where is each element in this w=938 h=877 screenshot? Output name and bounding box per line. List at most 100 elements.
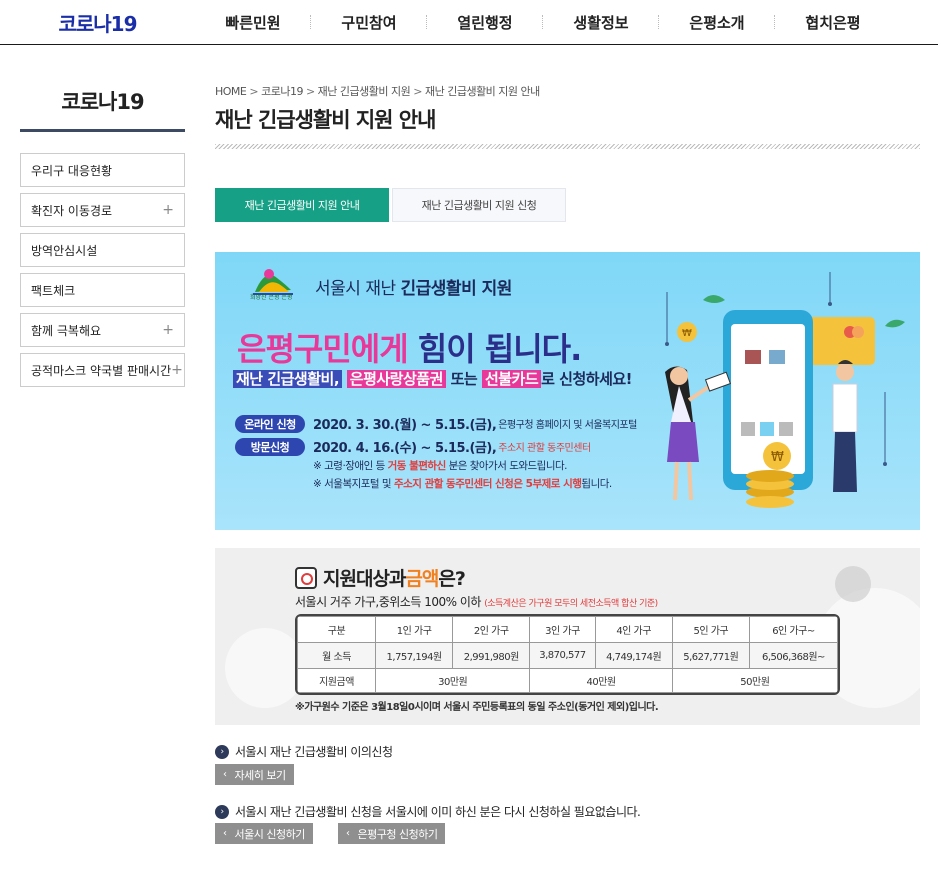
table-cell: 지원금액	[297, 668, 376, 693]
sidebar-item-safe-facilities[interactable]: 방역안심시설	[20, 233, 185, 267]
banner-heading-bold: 긴급생활비 지원	[400, 279, 513, 299]
eligibility-title: 지원대상과 금액 은?	[295, 564, 466, 591]
banner-heading-pre: 서울시 재난	[315, 279, 401, 299]
decor-circle	[225, 628, 305, 708]
chevron-left-icon: ‹	[223, 769, 227, 780]
table-cell: 2,991,980원	[452, 642, 531, 669]
eunpyeong-apply-button[interactable]: ‹ 은평구청 신청하기	[338, 823, 446, 844]
banner-subheading: 재난 긴급생활비, 은평사랑상품권 또는 선불카드 로 신청하세요!	[233, 368, 633, 389]
table-cell: 5,627,771원	[671, 642, 750, 669]
breadcrumb-covid[interactable]: 코로나19	[261, 85, 303, 98]
menu-item-life-info[interactable]: 생활정보	[543, 12, 659, 33]
income-table: 구분 1인 가구 2인 가구 3인 가구 4인 가구 5인 가구 6인 가구~ …	[295, 614, 840, 695]
chevron-left-icon: ‹	[346, 828, 350, 839]
tab-support-apply[interactable]: 재난 긴급생활비 지원 신청	[392, 188, 566, 222]
svg-text:₩: ₩	[771, 450, 784, 465]
decor-circle	[835, 566, 871, 602]
logo-caption: 희망찬 은평 은평	[250, 294, 293, 301]
note-5day-rule: ※ 서울복지포털 및 주소지 관할 동주민센터 신청은 5부제로 시행됩니다.	[313, 476, 612, 491]
sidebar-item-label: 우리구 대응현황	[31, 163, 113, 178]
breadcrumb-separator: >	[413, 85, 422, 98]
table-cell: 1,757,194원	[374, 642, 454, 669]
table-cell: 4,749,174원	[594, 642, 673, 669]
online-date: 2020. 3. 30.(월) ~ 5.15.(금),	[313, 418, 497, 433]
magnifier-icon	[295, 566, 317, 589]
table-header: 1인 가구	[374, 616, 454, 643]
sidebar-menu: 우리구 대응현황 확진자 이동경로 + 방역안심시설 팩트체크 함께 극복해요 + …	[20, 153, 185, 393]
table-header: 3인 가구	[529, 616, 596, 643]
menu-item-governance[interactable]: 협치은평	[775, 12, 891, 33]
table-header-row: 구분 1인 가구 2인 가구 3인 가구 4인 가구 5인 가구 6인 가구~	[297, 616, 838, 643]
table-row: 월 소득 1,757,194원 2,991,980원 3,870,577 4,7…	[297, 642, 838, 669]
menu-item-about[interactable]: 은평소개	[659, 12, 775, 33]
menu-item-open-admin[interactable]: 열린행정	[427, 12, 543, 33]
page-title: 재난 긴급생활비 지원 안내	[215, 108, 436, 132]
appeal-row: › 서울시 재난 긴급생활비 이의신청	[215, 743, 393, 760]
menu-item-quick-civil[interactable]: 빠른민원	[195, 12, 311, 33]
table-header: 구분	[297, 616, 376, 643]
subtitle-text: 서울시 거주 가구,중위소득 100% 이하	[295, 595, 481, 609]
sub-highlight-b: 은평사랑상품권	[346, 370, 446, 388]
online-pill: 온라인 신청	[235, 414, 305, 433]
table-cell: 40만원	[529, 668, 673, 693]
menu-item-participation[interactable]: 구민참여	[311, 12, 427, 33]
sub-highlight-d: 선불카드	[481, 370, 542, 388]
sidebar-item-together[interactable]: 함께 극복해요 +	[20, 313, 185, 347]
note1-c: 분은 찾아가서 도와드립니다.	[445, 460, 568, 472]
sidebar-item-label: 팩트체크	[31, 283, 76, 298]
table-header: 4인 가구	[594, 616, 673, 643]
table-cell: 3,870,577	[529, 642, 596, 669]
content-tabs: 재난 긴급생활비 지원 안내 재난 긴급생활비 지원 신청	[215, 188, 566, 222]
slogan-pink: 은평구민에게	[237, 330, 409, 368]
already-applied-row: › 서울시 재난 긴급생활비 신청을 서울시에 이미 하신 분은 다시 신청하실 …	[215, 803, 641, 820]
sub-text-e: 로 신청하세요!	[541, 370, 633, 388]
note2-c: 됩니다.	[581, 478, 612, 490]
seoul-apply-button[interactable]: ‹ 서울시 신청하기	[215, 823, 313, 844]
breadcrumb-support[interactable]: 재난 긴급생활비 지원	[318, 85, 411, 98]
breadcrumb: HOME > 코로나19 > 재난 긴급생활비 지원 > 재난 긴급생활비 지원 안내	[215, 83, 540, 99]
expand-icon[interactable]: +	[162, 322, 174, 338]
site-brand[interactable]: 코로나19	[0, 8, 195, 37]
breadcrumb-home[interactable]: HOME	[215, 85, 247, 98]
table-cell: 30만원	[374, 668, 531, 693]
sub-highlight-a: 재난 긴급생활비,	[233, 370, 343, 388]
table-header: 2인 가구	[452, 616, 531, 643]
slogan-rest: 힘이 됩니다.	[407, 330, 582, 368]
chevron-left-icon: ‹	[223, 828, 227, 839]
table-cell: 월 소득	[297, 642, 376, 669]
sub-text-c: 또는	[450, 370, 478, 388]
already-applied-text: 서울시 재난 긴급생활비 신청을 서울시에 이미 하신 분은 다시 신청하실 필…	[235, 805, 641, 819]
visit-date: 2020. 4. 16.(수) ~ 5.15.(금),	[313, 441, 497, 456]
visit-note: 주소지 관할 동주민센터	[498, 443, 591, 454]
main-menu: 빠른민원 구민참여 열린행정 생활정보 은평소개 협치은평	[195, 12, 891, 33]
sidebar-item-routes[interactable]: 확진자 이동경로 +	[20, 193, 185, 227]
note1-b: 거동 불편하신	[387, 460, 447, 472]
detail-button[interactable]: ‹ 자세히 보기	[215, 764, 294, 785]
expand-icon[interactable]: +	[162, 202, 174, 218]
bullet-arrow-icon: ›	[215, 804, 229, 819]
banner-slogan: 은평구민에게 힘이 됩니다.	[237, 324, 582, 370]
title-divider	[215, 144, 920, 149]
expand-icon[interactable]: +	[171, 362, 183, 378]
eligibility-footnote: ※가구원수 기준은 3월18일0시이며 서울시 주민등록표의 동일 주소인(동거…	[295, 702, 659, 713]
phone-shopping-illustration: ₩ ₩	[665, 272, 905, 508]
sidebar-item-status[interactable]: 우리구 대응현황	[20, 153, 185, 187]
sidebar-item-masks[interactable]: 공적마스크 약국별 판매시간 +	[20, 353, 185, 387]
tab-support-info[interactable]: 재난 긴급생활비 지원 안내	[215, 188, 389, 222]
bullet-arrow-icon: ›	[215, 744, 229, 759]
subtitle-note: (소득계산은 가구원 모두의 세전소득액 합산 기준)	[484, 599, 658, 609]
top-navigation: 코로나19 빠른민원 구민참여 열린행정 생활정보 은평소개 협치은평	[0, 0, 938, 45]
note1-a: ※ 고령·장애인 등	[313, 460, 388, 472]
note2-a: ※ 서울복지포털 및	[313, 478, 394, 490]
support-banner: 희망찬 은평 은평 서울시 재난 긴급생활비 지원 은평구민에게 힘이 됩니다.…	[215, 252, 920, 530]
eunpyeong-apply-label: 은평구청 신청하기	[357, 827, 438, 841]
note-elderly: ※ 고령·장애인 등 거동 불편하신 분은 찾아가서 도와드립니다.	[313, 458, 568, 473]
sidebar-item-factcheck[interactable]: 팩트체크	[20, 273, 185, 307]
online-apply-row: 온라인 신청 2020. 3. 30.(월) ~ 5.15.(금), 은평구청 홈페…	[235, 414, 637, 433]
eligibility-subtitle: 서울시 거주 가구,중위소득 100% 이하 (소득계산은 가구원 모두의 세전…	[295, 593, 658, 610]
sidebar-item-label: 방역안심시설	[31, 243, 98, 258]
eligibility-title-b: 금액	[405, 568, 439, 590]
note2-b: 주소지 관할 동주민센터 신청은 5부제로 시행	[393, 478, 582, 490]
sidebar-title: 코로나19	[20, 82, 185, 132]
online-note: 은평구청 홈페이지 및 서울복지포털	[498, 420, 637, 431]
